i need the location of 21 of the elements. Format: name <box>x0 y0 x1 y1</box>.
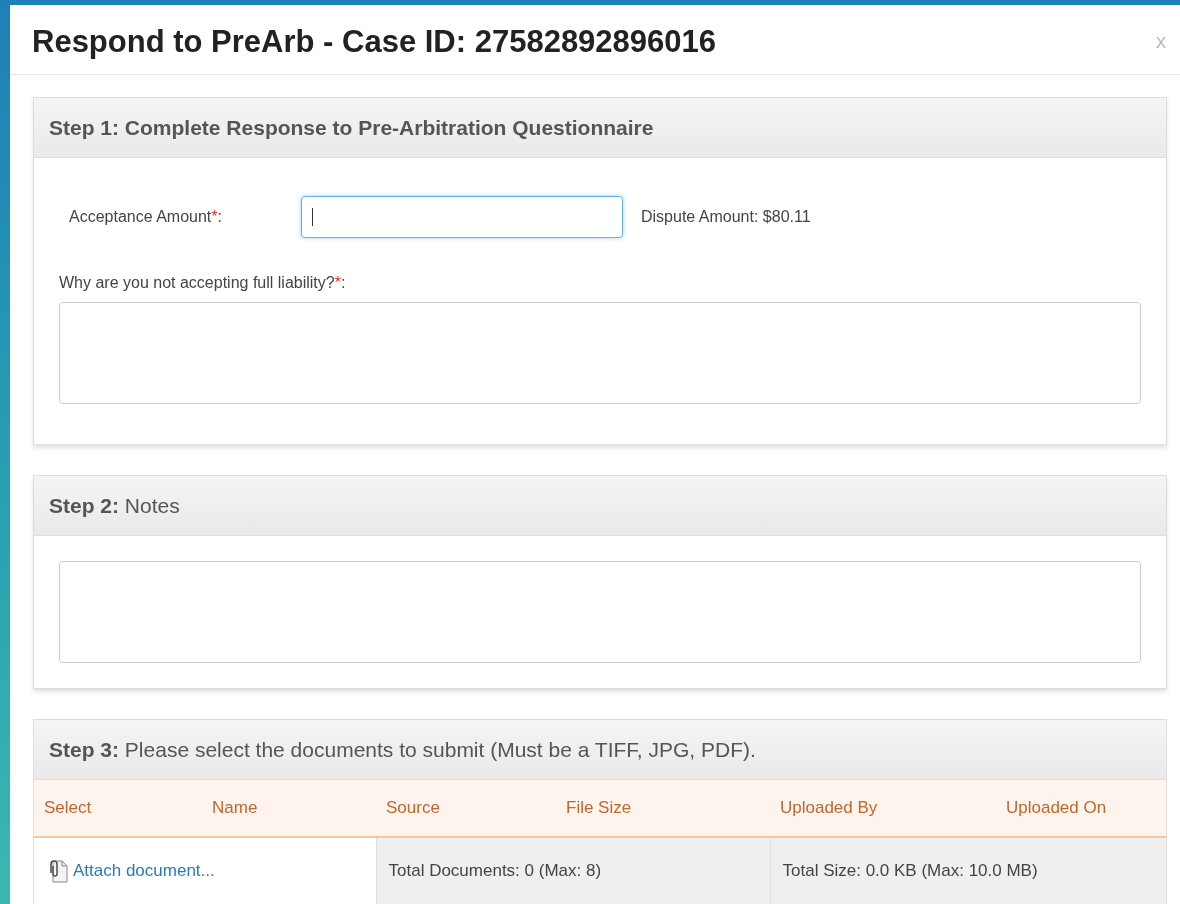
paperclip-document-icon <box>48 859 68 883</box>
section-heading: Step 2: Notes <box>49 493 180 518</box>
reason-text-area[interactable] <box>59 302 1141 404</box>
column-header[interactable]: Name <box>202 780 376 837</box>
column-header[interactable]: Uploaded By <box>770 780 996 837</box>
column-header[interactable]: Select <box>34 780 202 837</box>
table-cell: Total Size: 0.0 KB (Max: 10.0 MB) <box>782 861 1038 880</box>
amount-input-field[interactable] <box>301 196 623 238</box>
column-header[interactable]: Uploaded On <box>996 780 1166 837</box>
dialog-title: Respond to PreArb - Case ID: 27582892896016 <box>32 23 717 60</box>
section-heading: Step 1: Complete Response to Pre-Arbitration Questionnaire <box>49 115 654 140</box>
notes-text-area[interactable] <box>59 561 1141 663</box>
attach-document-link[interactable]: Attach document... <box>73 861 215 881</box>
table-cell: Total Documents: 0 (Max: 8) <box>388 861 602 880</box>
column-header[interactable]: Source <box>376 780 556 837</box>
field-label: Acceptance Amount*: <box>69 208 223 226</box>
section-heading: Step 3: Please select the documents to submit (Must be a TIFF, JPG, PDF). <box>49 737 756 762</box>
dispute-amount: Dispute Amount: $80.11 <box>641 208 811 226</box>
column-header[interactable]: File Size <box>556 780 770 837</box>
field-label: Why are you not accepting full liability?*: <box>59 274 347 292</box>
close-button[interactable]: x <box>1152 30 1170 53</box>
